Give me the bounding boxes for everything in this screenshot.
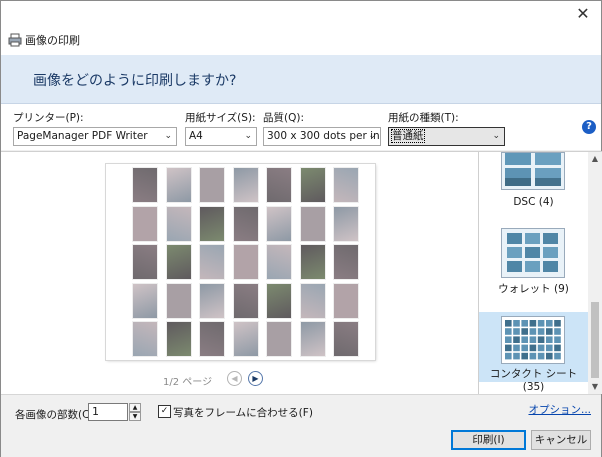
layout-caption: ウォレット (9) <box>498 283 569 295</box>
print-options-row: プリンター(P): PageManager PDF Writer ⌄ 用紙サイズ… <box>1 104 601 150</box>
copies-value: 1 <box>92 405 99 418</box>
copies-stepper[interactable]: ▲ ▼ <box>129 403 141 421</box>
printer-icon <box>8 33 22 47</box>
layout-item-wallet[interactable]: ウォレット (9) <box>479 224 588 300</box>
preview-photo-thumbnail <box>199 244 225 280</box>
paper-type-value: 普通紙 <box>391 129 425 143</box>
preview-photo-thumbnail <box>299 167 326 203</box>
scrollbar-thumb[interactable] <box>591 302 599 378</box>
layout-scrollbar[interactable]: ▲ ▼ <box>588 152 602 394</box>
preview-photo-thumbnail <box>232 244 259 280</box>
quality-select[interactable]: 300 x 300 dots per inch ⌄ <box>263 127 381 146</box>
options-link[interactable]: オプション... <box>528 402 591 417</box>
layout-thumbnail <box>501 228 565 278</box>
preview-photo-thumbnail <box>132 205 158 242</box>
preview-photo-thumbnail <box>299 321 326 357</box>
paper-type-label: 用紙の種類(T): <box>388 112 459 124</box>
preview-photo-thumbnail <box>333 205 359 242</box>
preview-photo-thumbnail <box>299 244 326 280</box>
previous-page-button[interactable]: ◀ <box>227 371 242 386</box>
preview-photo-thumbnail <box>165 244 192 280</box>
preview-photo-thumbnail <box>333 282 359 319</box>
chevron-down-icon: ⌄ <box>244 131 252 141</box>
window-title: 画像の印刷 <box>25 34 80 47</box>
preview-photo-thumbnail <box>132 321 158 357</box>
fit-to-frame-label[interactable]: 写真をフレームに合わせる(F) <box>173 405 313 420</box>
preview-photo-thumbnail <box>199 205 225 242</box>
preview-photo-thumbnail <box>199 282 225 319</box>
page-title: 画像をどのように印刷しますか? <box>33 73 237 89</box>
preview-photo-thumbnail <box>266 321 292 357</box>
printer-value: PageManager PDF Writer <box>17 130 148 142</box>
header-band: 画像をどのように印刷しますか? <box>1 55 601 104</box>
preview-photo-thumbnail <box>333 167 359 203</box>
printer-select[interactable]: PageManager PDF Writer ⌄ <box>13 127 177 146</box>
preview-photo-thumbnail <box>232 205 259 242</box>
preview-photo-thumbnail <box>132 244 158 280</box>
preview-photo-thumbnail <box>232 321 259 357</box>
preview-photo-thumbnail <box>199 321 225 357</box>
preview-photo-thumbnail <box>299 282 326 319</box>
preview-photo-thumbnail <box>333 244 359 280</box>
fit-to-frame-checkbox[interactable]: ✓ <box>158 405 171 418</box>
layout-list: DSC (4) ウォレット (9) コンタクト シート (35) ▲ ▼ <box>478 151 602 394</box>
preview-photo-thumbnail <box>299 205 326 242</box>
print-button[interactable]: 印刷(I) <box>451 430 526 450</box>
preview-page <box>106 164 375 360</box>
stepper-up-icon[interactable]: ▲ <box>129 403 141 412</box>
printer-label: プリンター(P): <box>13 112 84 124</box>
quality-value: 300 x 300 dots per inch <box>267 130 381 142</box>
paper-size-label: 用紙サイズ(S): <box>185 112 256 124</box>
page-indicator: 1/2 ページ <box>163 377 213 388</box>
preview-photo-thumbnail <box>132 167 158 203</box>
paper-size-value: A4 <box>189 130 203 142</box>
preview-photo-thumbnail <box>266 205 292 242</box>
print-preview: 1/2 ページ ◀ ▶ <box>1 151 478 394</box>
preview-photo-thumbnail <box>266 244 292 280</box>
preview-photo-thumbnail <box>165 205 192 242</box>
scroll-up-icon[interactable]: ▲ <box>588 152 602 166</box>
preview-photo-thumbnail <box>232 167 259 203</box>
preview-photo-thumbnail <box>232 282 259 319</box>
preview-photo-thumbnail <box>165 282 192 319</box>
stepper-down-icon[interactable]: ▼ <box>129 412 141 421</box>
window-title-row: 画像の印刷 <box>1 27 601 55</box>
layout-thumbnail <box>501 152 565 190</box>
layout-thumbnail <box>501 316 565 364</box>
preview-photo-thumbnail <box>266 282 292 319</box>
help-icon[interactable]: ? <box>582 120 596 134</box>
print-pictures-dialog: ✕ 画像の印刷 画像をどのように印刷しますか? プリンター(P): PageMa… <box>0 0 602 457</box>
bottom-bar: 各画像の部数(C): 1 ▲ ▼ ✓ 写真をフレームに合わせる(F) オプション… <box>1 394 601 457</box>
paper-type-select[interactable]: 普通紙 ⌄ <box>388 127 505 146</box>
next-page-button[interactable]: ▶ <box>248 371 263 386</box>
layout-item-dsc[interactable]: DSC (4) <box>479 152 588 212</box>
cancel-button[interactable]: キャンセル <box>531 430 591 450</box>
scroll-down-icon[interactable]: ▼ <box>588 380 602 394</box>
layout-caption: コンタクト シート (35) <box>489 368 578 393</box>
preview-photo-thumbnail <box>199 167 225 203</box>
preview-photo-thumbnail <box>132 282 158 319</box>
layout-caption: DSC (4) <box>513 196 554 208</box>
close-icon[interactable]: ✕ <box>573 4 593 24</box>
copies-input[interactable]: 1 <box>88 403 128 421</box>
preview-photo-thumbnail <box>165 167 192 203</box>
paper-size-select[interactable]: A4 ⌄ <box>185 127 257 146</box>
preview-photo-thumbnail <box>333 321 359 357</box>
copies-label: 各画像の部数(C): <box>15 409 98 421</box>
quality-label: 品質(Q): <box>263 112 304 124</box>
title-bar: ✕ <box>1 1 601 27</box>
preview-photo-thumbnail <box>165 321 192 357</box>
preview-photo-thumbnail <box>266 167 292 203</box>
chevron-down-icon: ⌄ <box>164 131 172 141</box>
chevron-down-icon: ⌄ <box>368 131 376 141</box>
chevron-down-icon: ⌄ <box>492 131 500 141</box>
layout-item-contact-sheet[interactable]: コンタクト シート (35) <box>479 312 588 393</box>
